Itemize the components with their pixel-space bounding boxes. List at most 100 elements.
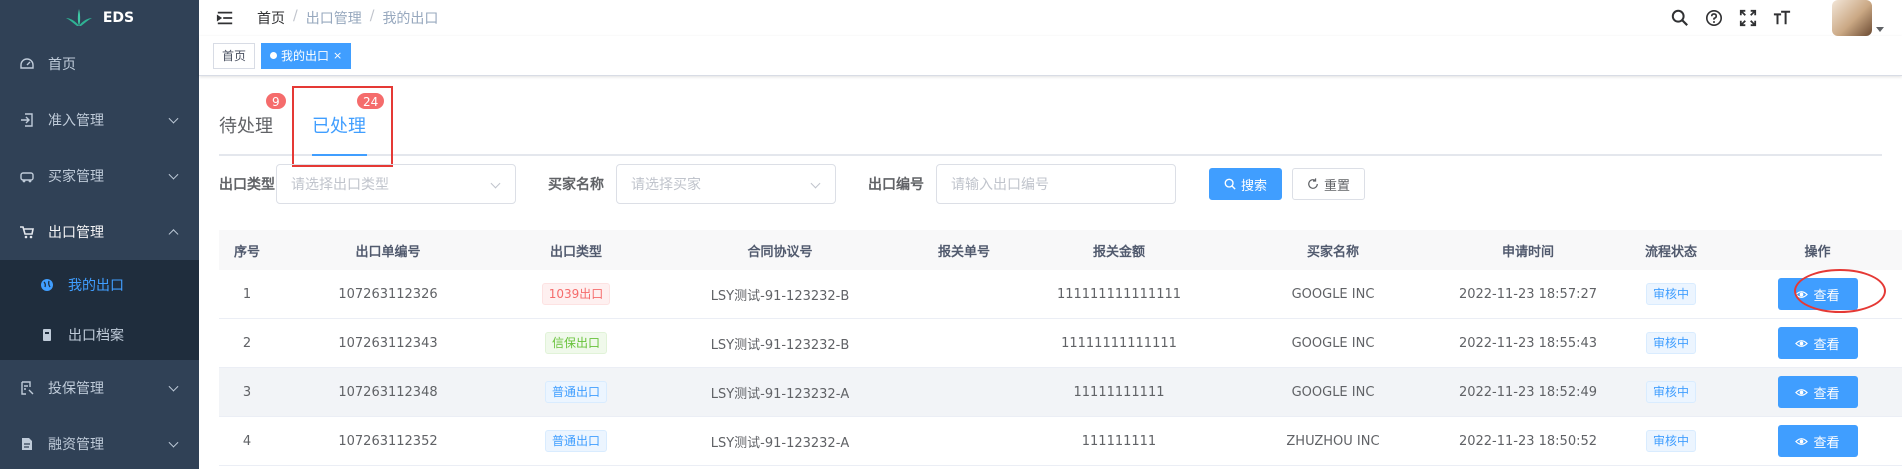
help-icon[interactable] [1704,8,1724,28]
col-header-actions: 操作 [1804,244,1831,260]
row-amount: 111111111 [1081,433,1157,449]
row-actions-cell: 查看 [1733,327,1902,359]
row-buyer: GOOGLE INC [1291,384,1375,400]
close-icon[interactable]: × [333,44,342,68]
view-button-label: 查看 [1813,435,1840,451]
breadcrumb-export-management: 出口管理 [305,11,362,27]
search-icon[interactable] [1670,8,1690,28]
row-index: 2 [242,335,252,351]
buyer-select[interactable]: 请选择买家 [616,164,836,204]
sidebar-item-export-archive[interactable]: 出口档案 [0,310,199,360]
export-type-tag: 信保出口 [544,332,607,354]
row-actions-cell: 查看 [1733,425,1902,457]
hamburger-icon[interactable] [215,8,235,28]
tab-label: 待处理 [219,116,273,137]
highlight-circle [1794,269,1886,313]
font-size-icon[interactable] [1772,8,1792,28]
row-contract-no: LSY测试-91-123232-A [710,435,850,451]
status-tabs: 待处理 9 已处理 24 [219,76,1882,167]
export-no-input[interactable]: 请输入出口编号 [936,164,1176,204]
sidebar-item-finance[interactable]: 融资管理 [0,416,199,472]
row-contract-no: LSY测试-91-123232-B [710,337,850,353]
col-header-apply-time: 申请时间 [1501,244,1554,260]
navbar-right-menu [1670,0,1884,36]
table-row: 2 107263112343 信保出口 LSY测试-91-123232-B 11… [219,319,1902,368]
breadcrumb-separator: / [293,8,298,24]
sidebar-item-home[interactable]: 首页 [0,36,199,92]
col-header-buyer: 买家名称 [1306,244,1359,260]
row-amount: 11111111111111 [1061,335,1177,351]
filter-bar: 出口类型 请选择出口类型 买家名称 请选择买家 出口编号 请输入出口编号 搜索 … [219,156,1882,212]
app-logo[interactable]: EDS [0,0,199,36]
sidebar-item-label: 准入管理 [48,113,104,129]
row-contract-no: LSY测试-91-123232-A [710,386,850,402]
export-type-tag: 普通出口 [544,430,607,452]
status-badge: 审核中 [1645,283,1696,305]
row-actions-cell: 查看 [1733,376,1902,408]
main-area: 首页 / 出口管理 / 我的出口 首页 我的出口 × 待处理 9 已处理 24 … [199,0,1902,469]
dashboard-icon [20,57,34,71]
user-avatar[interactable] [1832,0,1872,36]
reset-button[interactable]: 重置 [1292,168,1366,200]
breadcrumb-current: 我的出口 [382,11,439,27]
status-badge: 审核中 [1645,381,1696,403]
chevron-down-icon [168,437,179,448]
search-button-label: 搜索 [1241,178,1268,194]
sidebar-item-label: 买家管理 [48,169,104,185]
page-content: 待处理 9 已处理 24 出口类型 请选择出口类型 买家名称 请选择买家 出口编… [199,76,1902,466]
view-button-label: 查看 [1813,386,1840,402]
col-header-contract-no: 合同协议号 [747,244,813,260]
chevron-down-icon [168,169,179,180]
sidebar-item-export[interactable]: 出口管理 [0,204,199,260]
tag-home[interactable]: 首页 [213,42,256,69]
row-index: 4 [242,433,252,449]
tag-my-export[interactable]: 我的出口 × [261,42,352,69]
row-export-type-cell: 1039出口 [501,283,651,305]
col-header-amount: 报关金额 [1092,244,1145,260]
breadcrumb: 首页 / 出口管理 / 我的出口 [257,8,438,28]
refresh-icon [1308,178,1318,189]
row-status-cell: 审核中 [1609,381,1733,403]
sidebar-item-label: 投保管理 [48,381,104,397]
sidebar-item-label: 出口档案 [68,328,124,344]
export-type-placeholder: 请选择出口类型 [291,177,389,193]
sidebar-item-label: 首页 [48,57,76,73]
row-status-cell: 审核中 [1609,430,1733,452]
sidebar: EDS 首页 准入管理 买家管理 出口管理 我的出口 出口档案 投保管理 融资管… [0,0,199,469]
breadcrumb-home[interactable]: 首页 [257,8,285,28]
sidebar-item-my-export[interactable]: 我的出口 [0,260,199,310]
view-button[interactable]: 查看 [1777,425,1858,457]
insure-icon [20,381,34,395]
sidebar-item-insurance[interactable]: 投保管理 [0,360,199,416]
row-export-no: 107263112348 [338,384,438,400]
row-status-cell: 审核中 [1609,283,1733,305]
row-apply-time: 2022-11-23 18:52:49 [1458,384,1598,400]
cart-icon [20,225,34,239]
app-name: EDS [102,10,135,26]
col-header-index: 序号 [233,244,260,260]
view-button[interactable]: 查看 [1777,376,1858,408]
search-button[interactable]: 搜索 [1209,168,1283,200]
export-type-tag: 普通出口 [544,381,607,403]
chevron-down-icon [168,381,179,392]
sidebar-item-access[interactable]: 准入管理 [0,92,199,148]
sidebar-item-buyer[interactable]: 买家管理 [0,148,199,204]
export-type-select[interactable]: 请选择出口类型 [276,164,516,204]
view-button[interactable]: 查看 [1777,327,1858,359]
tab-pending[interactable]: 待处理 9 [219,92,287,138]
col-header-export-no: 出口单编号 [355,244,421,260]
col-header-status: 流程状态 [1644,244,1697,260]
buyer-icon [20,169,34,183]
tag-label: 我的出口 [281,48,330,63]
chevron-up-icon [168,229,179,240]
row-buyer: ZHUZHOU INC [1286,433,1380,449]
caret-down-icon[interactable] [1876,26,1884,32]
row-export-no: 107263112343 [338,335,438,351]
buyer-placeholder: 请选择买家 [631,177,701,193]
breadcrumb-separator: / [369,8,375,24]
table-row: 1 107263112326 1039出口 LSY测试-91-123232-B … [219,270,1902,319]
tab-badge: 9 [265,92,287,110]
status-badge: 审核中 [1645,430,1696,452]
fullscreen-icon[interactable] [1738,8,1758,28]
chevron-down-icon [490,178,501,189]
